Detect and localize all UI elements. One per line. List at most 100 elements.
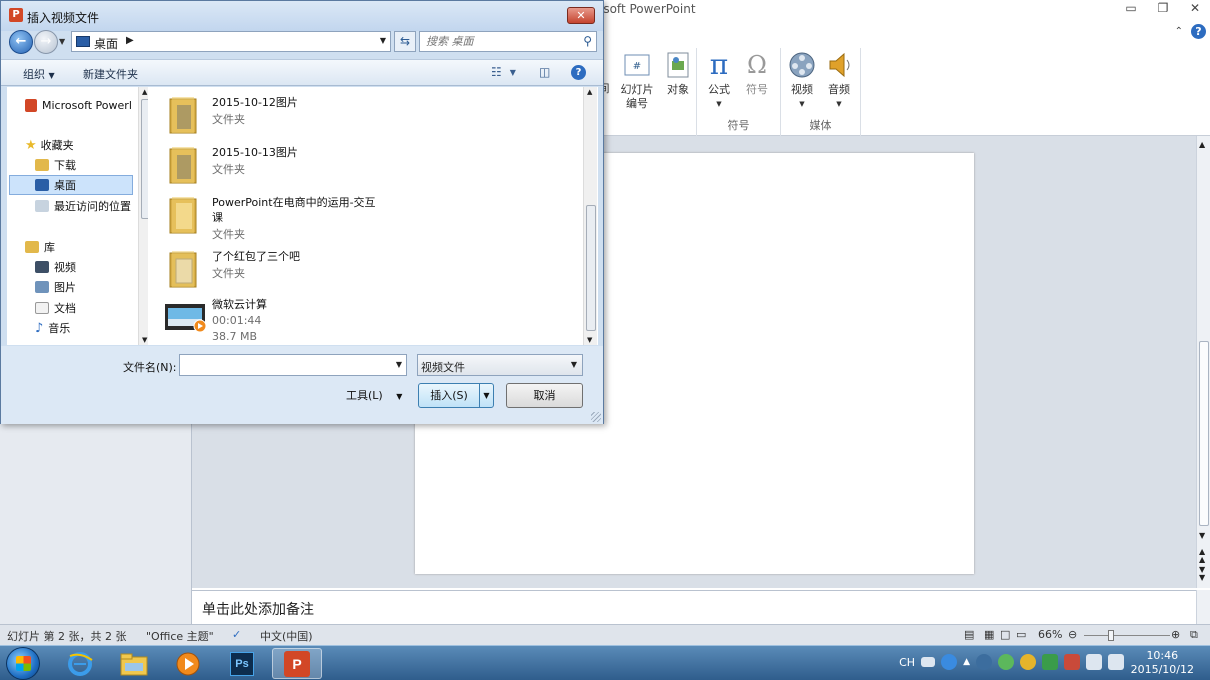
spell-check-icon[interactable]: ✓	[232, 628, 241, 641]
new-folder-button[interactable]: 新建文件夹	[83, 66, 138, 82]
nav-item-recent-places[interactable]: 最近访问的位置	[35, 196, 135, 216]
breadcrumb-desktop[interactable]: 桌面	[94, 35, 118, 52]
slide-sorter-icon[interactable]: ▦	[984, 628, 994, 641]
preview-pane-icon[interactable]: ◫	[539, 64, 550, 80]
nav-item-downloads[interactable]: 下载	[35, 155, 131, 175]
file-name: 微软云计算	[212, 298, 267, 311]
reading-view-icon[interactable]: □	[1000, 628, 1010, 641]
nav-item-label: 文档	[54, 302, 76, 315]
close-window-button[interactable]: ✕	[1186, 1, 1204, 15]
zoom-slider-knob[interactable]	[1108, 630, 1114, 641]
file-item[interactable]: 2015-10-13图片 文件夹	[148, 141, 578, 189]
start-button[interactable]	[6, 647, 40, 680]
address-history-dropdown[interactable]: ▼	[380, 36, 386, 45]
insert-button[interactable]: 插入(S) ▼	[418, 383, 494, 408]
ribbon-item-equation[interactable]: π 公式 ▼	[699, 50, 739, 111]
nav-item-videos[interactable]: 视频	[35, 257, 131, 277]
nav-item-powerpoint[interactable]: Microsoft Powerl	[25, 95, 149, 115]
scroll-up-icon[interactable]: ▲	[1199, 140, 1205, 149]
scroll-up-icon[interactable]: ▲	[142, 88, 147, 96]
scroll-up-icon[interactable]: ▲	[587, 88, 592, 96]
user-icon[interactable]	[976, 654, 992, 670]
dialog-close-button[interactable]: ✕	[567, 7, 595, 24]
flag-icon[interactable]	[1064, 654, 1080, 670]
search-box[interactable]: ⚲	[419, 31, 597, 52]
next-slide-icon[interactable]: ▼ ▼	[1199, 566, 1205, 582]
scroll-down-icon[interactable]: ▼	[1199, 531, 1205, 540]
language-bar[interactable]: CH	[899, 656, 915, 669]
keyboard-icon[interactable]	[921, 657, 936, 667]
change-view-icon[interactable]: ☷ ▼	[491, 64, 516, 80]
slideshow-icon[interactable]: ▭	[1016, 628, 1026, 641]
volume-icon[interactable]	[1108, 654, 1124, 670]
scrollbar-thumb[interactable]	[586, 205, 596, 331]
zoom-in-icon[interactable]: ⊕	[1171, 628, 1180, 641]
notes-scrollbar[interactable]	[1196, 590, 1210, 624]
taskbar-photoshop[interactable]: Ps	[217, 648, 267, 679]
nav-item-favorites[interactable]: ★ 收藏夹	[25, 135, 149, 155]
restore-button[interactable]: ❐	[1154, 1, 1172, 15]
editor-scrollbar[interactable]: ▲ ▼ ▲ ▲ ▼ ▼	[1196, 136, 1210, 588]
language-indicator[interactable]: 中文(中国)	[260, 628, 313, 644]
recent-locations-dropdown[interactable]: ▼	[59, 37, 65, 46]
nav-item-pictures[interactable]: 图片	[35, 277, 131, 297]
taskbar-ie[interactable]	[55, 648, 105, 679]
file-item[interactable]: 了个红包了三个吧 文件夹	[148, 245, 578, 293]
zoom-level[interactable]: 66%	[1038, 628, 1062, 641]
nav-item-documents[interactable]: 文档	[35, 298, 131, 318]
help-icon[interactable]: ?	[571, 64, 586, 80]
help-tray-icon[interactable]	[941, 654, 958, 670]
insert-options-dropdown[interactable]: ▼	[479, 384, 493, 407]
taskbar-explorer[interactable]	[109, 648, 159, 679]
notes-pane[interactable]: 单击此处添加备注	[192, 590, 1196, 624]
help-icon[interactable]: ?	[1191, 24, 1206, 39]
back-button[interactable]: ←	[9, 30, 33, 54]
security-icon[interactable]	[998, 654, 1014, 670]
organize-menu[interactable]: 组织 ▼	[23, 66, 55, 82]
nav-item-desktop[interactable]: 桌面	[9, 175, 133, 195]
taskbar-powerpoint[interactable]: P	[272, 648, 322, 679]
taskbar-media-player[interactable]	[163, 648, 213, 679]
filename-field[interactable]: ▼	[179, 354, 407, 376]
file-item[interactable]: 2015-10-12图片 文件夹	[148, 91, 578, 139]
shield-icon[interactable]	[1042, 654, 1058, 670]
file-item[interactable]: 微软云计算 00:01:44 38.7 MB	[148, 293, 578, 343]
nav-item-libraries[interactable]: 库	[25, 237, 149, 257]
file-list-scrollbar[interactable]: ▲ ▼	[583, 87, 597, 345]
scroll-down-icon[interactable]: ▼	[142, 336, 147, 344]
network-icon[interactable]	[1086, 654, 1102, 670]
clock[interactable]: 10:46 2015/10/12	[1131, 649, 1194, 677]
scrollbar-thumb[interactable]	[1199, 341, 1209, 526]
cancel-button[interactable]: 取消	[506, 383, 583, 408]
refresh-button[interactable]: ⇆	[394, 31, 416, 52]
dialog-title-bar[interactable]: P 插入视频文件 ✕	[1, 1, 603, 31]
ribbon-item-object[interactable]: 对象	[658, 50, 698, 97]
ribbon-item-audio[interactable]: 音频 ▼	[819, 50, 859, 111]
zoom-out-icon[interactable]: ⊖	[1068, 628, 1077, 641]
search-input[interactable]	[420, 32, 570, 51]
ribbon-item-video[interactable]: 视频 ▼	[782, 50, 822, 111]
nav-item-music[interactable]: ♪ 音乐	[35, 318, 131, 338]
forward-button[interactable]: →	[34, 30, 58, 54]
chevron-down-icon[interactable]: ▼	[396, 360, 402, 369]
show-hidden-icons-icon[interactable]: ▲	[963, 657, 970, 667]
scroll-down-icon[interactable]: ▼	[587, 336, 592, 344]
normal-view-icon[interactable]: ▤	[964, 628, 974, 641]
filetype-select[interactable]: 视频文件 ▼	[417, 354, 583, 376]
qq-icon[interactable]	[1020, 654, 1036, 670]
zoom-slider[interactable]	[1084, 635, 1170, 636]
resize-grip[interactable]	[591, 412, 601, 422]
search-icon[interactable]: ⚲	[583, 34, 592, 48]
taskbar: Ps P CH ▲ 10:46 2015/10/12	[0, 645, 1210, 680]
breadcrumb-chevron-icon[interactable]: ▶	[126, 35, 134, 46]
previous-slide-icon[interactable]: ▲ ▲	[1199, 548, 1205, 564]
filename-input[interactable]	[180, 355, 380, 375]
tools-menu[interactable]: 工具(L) ▼	[346, 387, 402, 403]
fit-to-window-icon[interactable]: ⧉	[1190, 628, 1198, 642]
file-item[interactable]: PowerPoint在电商中的运用-交互课 文件夹	[148, 191, 578, 243]
collapse-ribbon-icon[interactable]: ⌃	[1175, 26, 1183, 37]
address-bar[interactable]: 桌面 ▶ ▼	[71, 31, 391, 52]
ribbon-item-slide-number[interactable]: # 幻灯片 编号	[616, 50, 658, 111]
ribbon-item-symbol[interactable]: Ω 符号	[737, 50, 777, 97]
minimize-button[interactable]: ▭	[1122, 1, 1140, 15]
